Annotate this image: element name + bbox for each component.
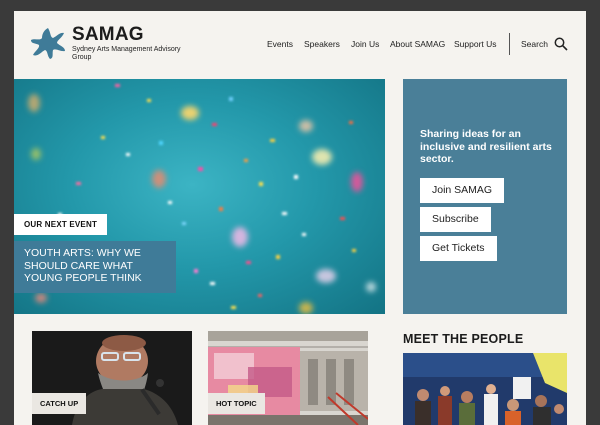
site-header: SAMAG Sydney Arts Management Advisory Gr… bbox=[14, 11, 586, 79]
subscribe-button[interactable]: Subscribe bbox=[420, 207, 491, 232]
event-title[interactable]: YOUTH ARTS: WHY WE SHOULD CARE WHAT YOUN… bbox=[14, 241, 176, 293]
join-samag-button[interactable]: Join SAMAG bbox=[420, 178, 505, 203]
promo-panel: Sharing ideas for an inclusive and resil… bbox=[403, 79, 567, 314]
card-hot-topic[interactable]: HOT TOPIC bbox=[208, 331, 368, 425]
people-photo-image bbox=[403, 353, 567, 425]
page: SAMAG Sydney Arts Management Advisory Gr… bbox=[14, 11, 586, 425]
nav-divider bbox=[509, 33, 510, 55]
nav-join-us[interactable]: Join Us bbox=[351, 39, 379, 49]
nav-support-us[interactable]: Support Us bbox=[454, 39, 497, 49]
card-tag: HOT TOPIC bbox=[208, 393, 265, 414]
brand-name[interactable]: SAMAG bbox=[72, 24, 144, 46]
nav-speakers[interactable]: Speakers bbox=[304, 39, 340, 49]
get-tickets-button[interactable]: Get Tickets bbox=[420, 236, 497, 261]
people-photo[interactable] bbox=[403, 353, 567, 425]
search-label[interactable]: Search bbox=[521, 39, 548, 49]
nav-events[interactable]: Events bbox=[267, 39, 293, 49]
card-catch-up[interactable]: CATCH UP bbox=[32, 331, 192, 425]
promo-heading: Sharing ideas for an inclusive and resil… bbox=[420, 128, 552, 165]
hero-banner[interactable]: OUR NEXT EVENT YOUTH ARTS: WHY WE SHOULD… bbox=[14, 79, 385, 314]
samag-logo-icon[interactable] bbox=[30, 26, 66, 60]
brand-subtitle: Sydney Arts Management Advisory Group bbox=[72, 46, 181, 61]
nav-about-samag[interactable]: About SAMAG bbox=[390, 39, 445, 49]
card-tag: CATCH UP bbox=[32, 393, 87, 414]
search-icon[interactable] bbox=[554, 37, 568, 51]
event-tag: OUR NEXT EVENT bbox=[14, 214, 108, 235]
meet-heading: MEET THE PEOPLE bbox=[403, 332, 524, 346]
